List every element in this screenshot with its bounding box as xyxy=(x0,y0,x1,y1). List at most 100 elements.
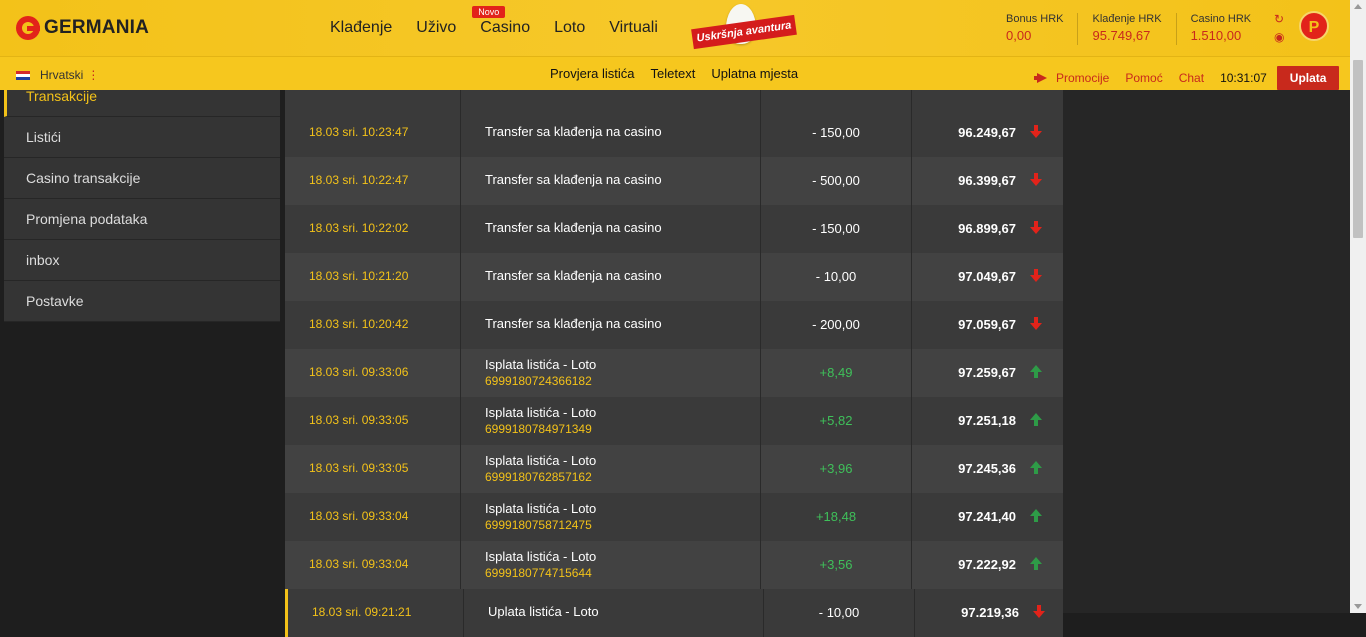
deposit-button[interactable]: Uplata xyxy=(1276,66,1340,90)
scroll-down-icon[interactable] xyxy=(1354,604,1362,609)
description-text: Transfer sa klađenja na casino xyxy=(485,268,662,283)
nav-kladenje[interactable]: Klađenje xyxy=(330,19,392,37)
amount-cell: +5,82 xyxy=(761,397,912,445)
balance-cell: 97.222,92 xyxy=(912,541,1063,589)
table-row[interactable]: 18.03 sri. 10:22:47 Transfer sa klađenja … xyxy=(285,157,1063,205)
balance-tools: ↻ ◉ xyxy=(1274,12,1288,48)
description-text: Transfer sa klađenja na casino xyxy=(485,124,662,139)
nav-uzivo[interactable]: Uživo xyxy=(416,19,456,37)
sidebar-item-settings[interactable]: Postavke xyxy=(4,281,280,322)
description-text: Isplata listića - Loto xyxy=(485,357,597,372)
novo-badge: Novo xyxy=(472,6,506,18)
balance-label: Casino HRK xyxy=(1190,13,1252,25)
balance-cell: 97.059,67 xyxy=(912,301,1063,349)
transaction-description: Isplata listića - Loto 6999180774715644 xyxy=(485,549,596,580)
link-payment-places[interactable]: Uplatna mjesta xyxy=(711,66,798,81)
transactions-table: 18.03 sri. 10:23:47 Transfer sa klađenja … xyxy=(285,90,1063,637)
table-row-partial xyxy=(285,90,1063,109)
nav-loto[interactable]: Loto xyxy=(554,19,585,37)
link-ticket-check[interactable]: Provjera listića xyxy=(550,66,635,81)
description-cell: Transfer sa klađenja na casino xyxy=(461,109,761,157)
date-cell: 18.03 sri. 09:33:04 xyxy=(285,541,461,589)
arrow-up-icon xyxy=(1030,365,1042,379)
sub-header: Hrvatski ⋮ Provjera listića Teletext Upl… xyxy=(0,56,1350,90)
table-row[interactable]: 18.03 sri. 09:33:05 Isplata listića - Lot… xyxy=(285,397,1063,445)
description-text: Transfer sa klađenja na casino xyxy=(485,172,662,187)
table-row[interactable]: 18.03 sri. 09:33:05 Isplata listića - Lot… xyxy=(285,445,1063,493)
description-cell: Isplata listića - Loto 6999180774715644 xyxy=(461,541,761,589)
transaction-date: 18.03 sri. 10:20:42 xyxy=(309,317,409,331)
transaction-date: 18.03 sri. 09:33:05 xyxy=(309,413,409,427)
logo-g-icon xyxy=(16,16,40,40)
sidebar-item-transactions[interactable]: Transakcije xyxy=(4,89,280,117)
transaction-description: Isplata listića - Loto 6999180762857162 xyxy=(485,453,596,484)
amount-cell: +8,49 xyxy=(761,349,912,397)
date-cell: 18.03 sri. 09:33:05 xyxy=(285,445,461,493)
balance-label: Klađenje HRK xyxy=(1092,13,1162,25)
ticket-number[interactable]: 6999180762857162 xyxy=(485,470,596,484)
ticket-number[interactable]: 6999180774715644 xyxy=(485,566,596,580)
transaction-amount: +5,82 xyxy=(819,413,853,428)
balance-betting: Klađenje HRK 95.749,67 xyxy=(1078,13,1177,45)
sidebar-item-casino-transactions[interactable]: Casino transakcije xyxy=(4,158,280,199)
ticket-number[interactable]: 6999180784971349 xyxy=(485,422,596,436)
nav-casino[interactable]: Novo Casino xyxy=(472,6,530,37)
top-header: GERMANIA Klađenje Uživo Novo Casino Loto … xyxy=(0,0,1350,56)
easter-promo-banner[interactable]: Uskršnja avantura xyxy=(690,2,800,54)
transaction-balance: 97.059,67 xyxy=(958,317,1016,332)
hide-eye-icon[interactable]: ◉ xyxy=(1274,30,1288,48)
more-dots-icon: ⋮ xyxy=(87,68,100,82)
ticket-number[interactable]: 6999180758712475 xyxy=(485,518,596,532)
table-row[interactable]: 18.03 sri. 10:22:02 Transfer sa klađenja … xyxy=(285,205,1063,253)
description-text: Isplata listića - Loto xyxy=(485,549,597,564)
nav-virtuali[interactable]: Virtuali xyxy=(609,19,658,37)
refresh-icon[interactable]: ↻ xyxy=(1274,12,1288,30)
transaction-date: 18.03 sri. 10:22:02 xyxy=(309,221,409,235)
transaction-balance: 97.259,67 xyxy=(958,365,1016,380)
transaction-balance: 97.049,67 xyxy=(958,269,1016,284)
balance-value: 0,00 xyxy=(1006,28,1032,43)
scroll-thumb[interactable] xyxy=(1353,60,1363,238)
table-row[interactable]: 18.03 sri. 09:33:06 Isplata listića - Lot… xyxy=(285,349,1063,397)
transaction-date: 18.03 sri. 09:33:04 xyxy=(309,557,409,571)
table-row[interactable]: 18.03 sri. 09:33:04 Isplata listića - Lot… xyxy=(285,541,1063,589)
scroll-up-icon[interactable] xyxy=(1354,4,1362,9)
description-text: Isplata listića - Loto xyxy=(485,453,597,468)
sub-nav: Provjera listića Teletext Uplatna mjesta xyxy=(550,66,798,81)
transaction-amount: +3,56 xyxy=(819,557,853,572)
description-cell: Transfer sa klađenja na casino xyxy=(461,205,761,253)
sidebar-item-change-data[interactable]: Promjena podataka xyxy=(4,199,280,240)
transaction-description: Isplata listića - Loto 6999180784971349 xyxy=(485,405,596,436)
sidebar-item-tickets[interactable]: Listići xyxy=(4,117,280,158)
sidebar-item-inbox[interactable]: inbox xyxy=(4,240,280,281)
transaction-description: Isplata listića - Loto 6999180758712475 xyxy=(485,501,596,532)
description-text: Uplata listića - Loto xyxy=(488,604,599,619)
table-row[interactable]: 18.03 sri. 09:33:04 Isplata listića - Lot… xyxy=(285,493,1063,541)
main-nav: Klađenje Uživo Novo Casino Loto Virtuali xyxy=(330,6,682,37)
balance-cell: 97.219,36 xyxy=(915,589,1066,637)
germania-logo[interactable]: GERMANIA xyxy=(16,15,149,41)
language-selector[interactable]: Hrvatski ⋮ xyxy=(16,68,99,82)
link-teletext[interactable]: Teletext xyxy=(651,66,696,81)
transaction-description: Isplata listića - Loto 6999180724366182 xyxy=(485,357,596,388)
amount-cell: +3,96 xyxy=(761,445,912,493)
right-empty-panel xyxy=(1063,90,1350,613)
arrow-down-icon xyxy=(1030,173,1042,187)
transaction-amount: +8,49 xyxy=(819,365,853,380)
description-cell: Isplata listića - Loto 6999180724366182 xyxy=(461,349,761,397)
balance-cell: 97.259,67 xyxy=(912,349,1063,397)
page-scrollbar[interactable] xyxy=(1350,0,1366,613)
date-cell: 18.03 sri. 09:33:06 xyxy=(285,349,461,397)
link-promotions[interactable]: Promocije xyxy=(1056,71,1109,85)
user-avatar[interactable]: P xyxy=(1299,11,1329,41)
transaction-amount: - 200,00 xyxy=(812,317,860,332)
ticket-number[interactable]: 6999180724366182 xyxy=(485,374,596,388)
table-row[interactable]: 18.03 sri. 10:20:42 Transfer sa klađenja … xyxy=(285,301,1063,349)
link-help[interactable]: Pomoć xyxy=(1125,71,1162,85)
link-chat[interactable]: Chat xyxy=(1179,71,1204,85)
arrow-down-icon xyxy=(1030,221,1042,235)
table-row[interactable]: 18.03 sri. 10:23:47 Transfer sa klađenja … xyxy=(285,109,1063,157)
table-row[interactable]: 18.03 sri. 10:21:20 Transfer sa klađenja … xyxy=(285,253,1063,301)
table-row[interactable]: 18.03 sri. 09:21:21 Uplata listića - Loto… xyxy=(285,589,1063,637)
transaction-amount: - 150,00 xyxy=(812,125,860,140)
